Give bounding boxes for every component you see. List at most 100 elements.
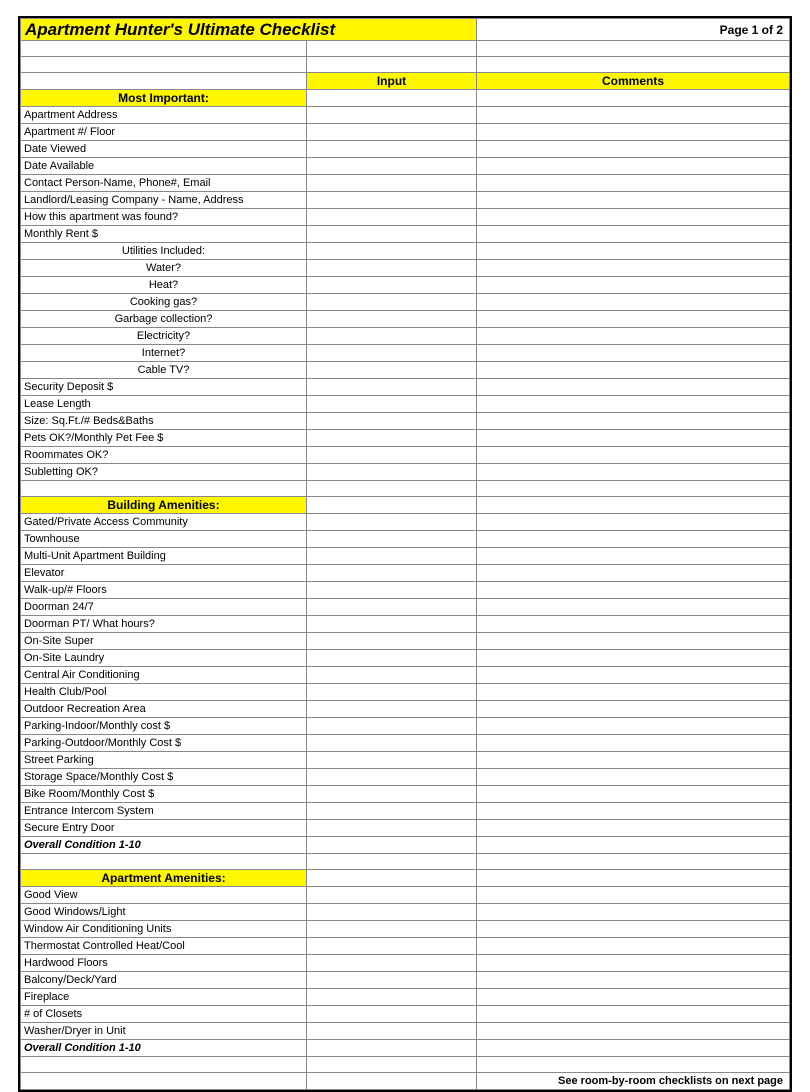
comments-cell[interactable] [477,158,790,175]
input-cell[interactable] [307,616,477,633]
input-cell[interactable] [307,548,477,565]
input-cell[interactable] [307,192,477,209]
input-cell[interactable] [307,837,477,854]
input-cell[interactable] [307,430,477,447]
comments-cell[interactable] [477,430,790,447]
comments-cell[interactable] [477,396,790,413]
comments-cell[interactable] [477,124,790,141]
input-cell[interactable] [307,938,477,955]
input-cell[interactable] [307,311,477,328]
input-cell[interactable] [307,243,477,260]
input-cell[interactable] [307,904,477,921]
input-cell[interactable] [307,175,477,192]
input-cell[interactable] [307,803,477,820]
input-cell[interactable] [307,396,477,413]
comments-cell[interactable] [477,803,790,820]
comments-cell[interactable] [477,667,790,684]
comments-cell[interactable] [477,972,790,989]
comments-cell[interactable] [477,243,790,260]
input-cell[interactable] [307,667,477,684]
input-cell[interactable] [307,735,477,752]
comments-cell[interactable] [477,514,790,531]
input-cell[interactable] [307,599,477,616]
comments-cell[interactable] [477,413,790,430]
input-cell[interactable] [307,684,477,701]
comments-cell[interactable] [477,209,790,226]
comments-cell[interactable] [477,769,790,786]
comments-cell[interactable] [477,328,790,345]
input-cell[interactable] [307,786,477,803]
input-cell[interactable] [307,124,477,141]
input-cell[interactable] [307,565,477,582]
input-cell[interactable] [307,362,477,379]
comments-cell[interactable] [477,531,790,548]
comments-cell[interactable] [477,820,790,837]
comments-cell[interactable] [477,294,790,311]
comments-cell[interactable] [477,718,790,735]
comments-cell[interactable] [477,887,790,904]
input-cell[interactable] [307,209,477,226]
comments-cell[interactable] [477,735,790,752]
input-cell[interactable] [307,277,477,294]
comments-cell[interactable] [477,701,790,718]
comments-cell[interactable] [477,837,790,854]
input-cell[interactable] [307,345,477,362]
input-cell[interactable] [307,531,477,548]
input-cell[interactable] [307,972,477,989]
input-cell[interactable] [307,158,477,175]
input-cell[interactable] [307,379,477,396]
input-cell[interactable] [307,921,477,938]
comments-cell[interactable] [477,192,790,209]
input-cell[interactable] [307,955,477,972]
comments-cell[interactable] [477,599,790,616]
input-cell[interactable] [307,633,477,650]
comments-cell[interactable] [477,989,790,1006]
comments-cell[interactable] [477,277,790,294]
comments-cell[interactable] [477,752,790,769]
input-cell[interactable] [307,141,477,158]
input-cell[interactable] [307,226,477,243]
input-cell[interactable] [307,413,477,430]
input-cell[interactable] [307,328,477,345]
input-cell[interactable] [307,1006,477,1023]
input-cell[interactable] [307,769,477,786]
comments-cell[interactable] [477,786,790,803]
comments-cell[interactable] [477,938,790,955]
comments-cell[interactable] [477,633,790,650]
comments-cell[interactable] [477,565,790,582]
input-cell[interactable] [307,989,477,1006]
input-cell[interactable] [307,820,477,837]
comments-cell[interactable] [477,1040,790,1057]
comments-cell[interactable] [477,1023,790,1040]
input-cell[interactable] [307,718,477,735]
input-cell[interactable] [307,294,477,311]
input-cell[interactable] [307,260,477,277]
comments-cell[interactable] [477,107,790,124]
comments-cell[interactable] [477,650,790,667]
input-cell[interactable] [307,514,477,531]
comments-cell[interactable] [477,345,790,362]
input-cell[interactable] [307,650,477,667]
input-cell[interactable] [307,752,477,769]
comments-cell[interactable] [477,175,790,192]
input-cell[interactable] [307,887,477,904]
input-cell[interactable] [307,1040,477,1057]
input-cell[interactable] [307,582,477,599]
comments-cell[interactable] [477,616,790,633]
comments-cell[interactable] [477,447,790,464]
comments-cell[interactable] [477,684,790,701]
comments-cell[interactable] [477,226,790,243]
comments-cell[interactable] [477,362,790,379]
input-cell[interactable] [307,447,477,464]
comments-cell[interactable] [477,464,790,481]
comments-cell[interactable] [477,379,790,396]
comments-cell[interactable] [477,955,790,972]
comments-cell[interactable] [477,548,790,565]
input-cell[interactable] [307,464,477,481]
comments-cell[interactable] [477,311,790,328]
input-cell[interactable] [307,107,477,124]
comments-cell[interactable] [477,582,790,599]
comments-cell[interactable] [477,1006,790,1023]
comments-cell[interactable] [477,904,790,921]
comments-cell[interactable] [477,141,790,158]
